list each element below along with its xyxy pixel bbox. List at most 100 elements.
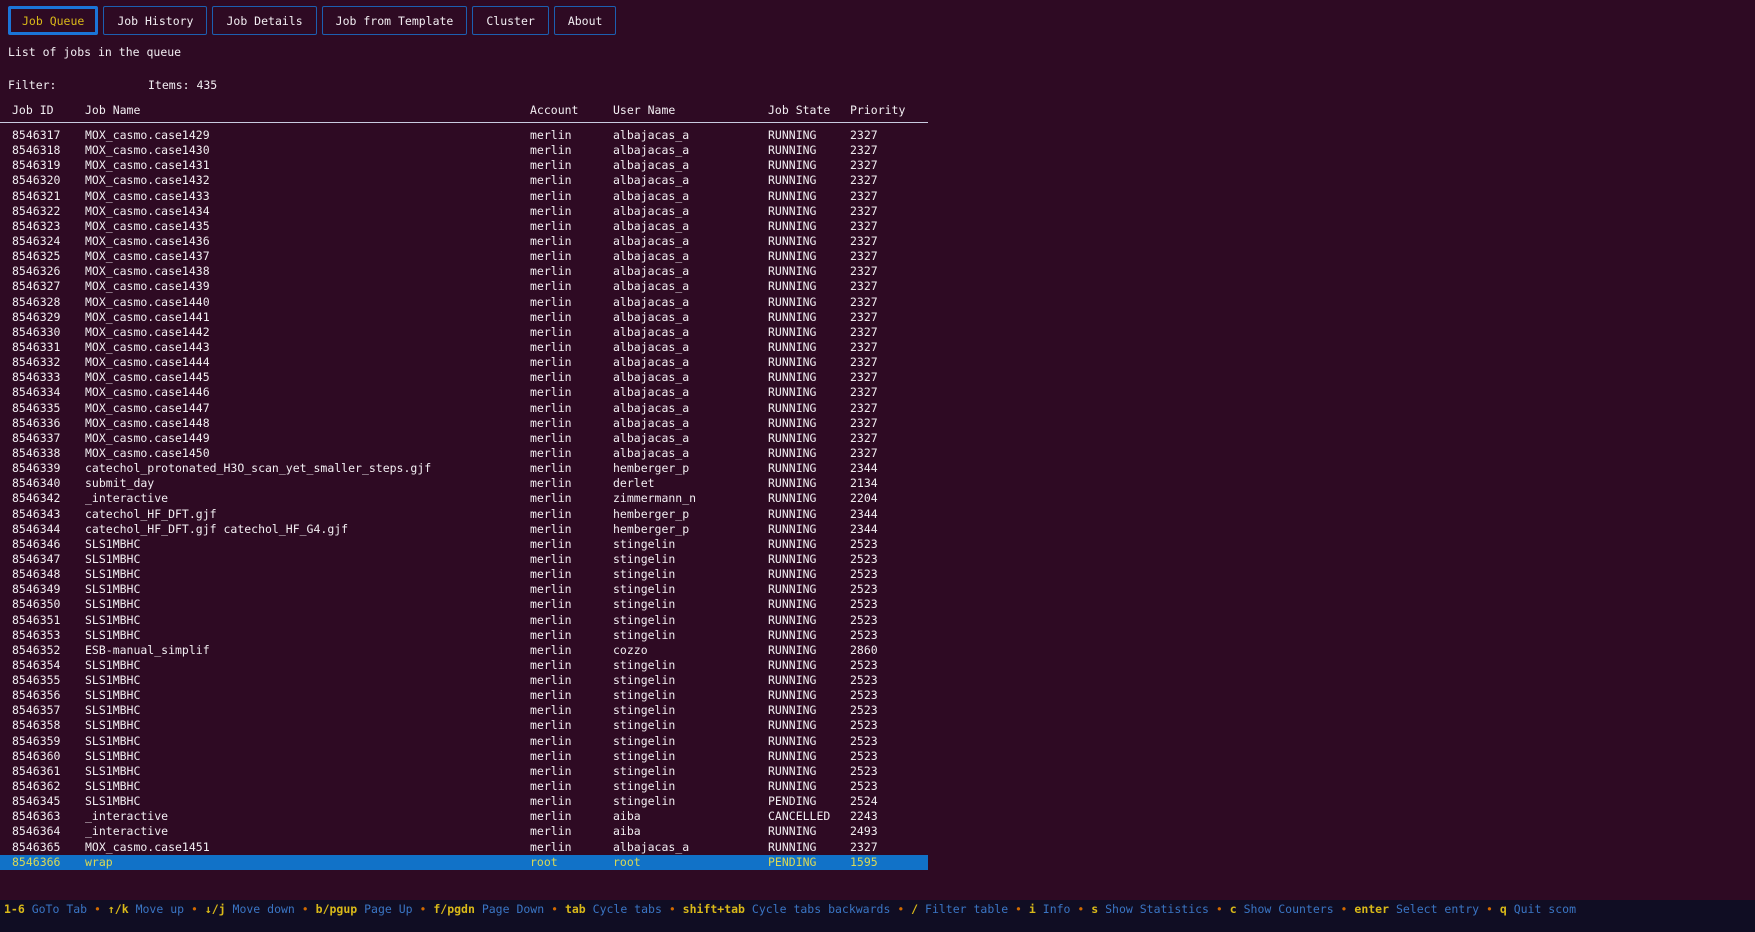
cell-job-id: 8546337 bbox=[12, 431, 60, 446]
table-row[interactable]: 8546359SLS1MBHCmerlinstingelinRUNNING252… bbox=[0, 734, 928, 749]
cell-user-name: root bbox=[613, 855, 641, 870]
cell-user-name: stingelin bbox=[613, 764, 675, 779]
cell-job-name: MOX_casmo.case1431 bbox=[85, 158, 210, 173]
table-row[interactable]: 8546342_interactivemerlinzimmermann_nRUN… bbox=[0, 491, 928, 506]
table-row[interactable]: 8546321MOX_casmo.case1433merlinalbajacas… bbox=[0, 189, 928, 204]
cell-user-name: stingelin bbox=[613, 703, 675, 718]
cell-user-name: albajacas_a bbox=[613, 173, 689, 188]
cell-account: merlin bbox=[530, 189, 572, 204]
tab-about[interactable]: About bbox=[554, 6, 617, 35]
table-row[interactable]: 8546337MOX_casmo.case1449merlinalbajacas… bbox=[0, 431, 928, 446]
table-row[interactable]: 8546351SLS1MBHCmerlinstingelinRUNNING252… bbox=[0, 613, 928, 628]
cell-account: merlin bbox=[530, 582, 572, 597]
cell-priority: 2327 bbox=[850, 234, 878, 249]
table-row[interactable]: 8546322MOX_casmo.case1434merlinalbajacas… bbox=[0, 204, 928, 219]
table-row[interactable]: 8546357SLS1MBHCmerlinstingelinRUNNING252… bbox=[0, 703, 928, 718]
table-row[interactable]: 8546354SLS1MBHCmerlinstingelinRUNNING252… bbox=[0, 658, 928, 673]
cell-job-id: 8546343 bbox=[12, 507, 60, 522]
table-row[interactable]: 8546344catechol_HF_DFT.gjf catechol_HF_G… bbox=[0, 522, 928, 537]
cell-job-state: RUNNING bbox=[768, 628, 816, 643]
table-row[interactable]: 8546323MOX_casmo.case1435merlinalbajacas… bbox=[0, 219, 928, 234]
cell-user-name: derlet bbox=[613, 476, 655, 491]
table-row[interactable]: 8546364_interactivemerlinaibaRUNNING2493 bbox=[0, 824, 928, 839]
cell-priority: 2523 bbox=[850, 749, 878, 764]
table-row[interactable]: 8546365MOX_casmo.case1451merlinalbajacas… bbox=[0, 840, 928, 855]
cell-priority: 1595 bbox=[850, 855, 878, 870]
table-row[interactable]: 8546329MOX_casmo.case1441merlinalbajacas… bbox=[0, 310, 928, 325]
table-row[interactable]: 8546350SLS1MBHCmerlinstingelinRUNNING252… bbox=[0, 597, 928, 612]
tab-job-details[interactable]: Job Details bbox=[212, 6, 316, 35]
cell-job-state: RUNNING bbox=[768, 491, 816, 506]
table-row[interactable]: 8546334MOX_casmo.case1446merlinalbajacas… bbox=[0, 385, 928, 400]
shortcut-key: b/pgup bbox=[316, 902, 358, 916]
table-row[interactable]: 8546355SLS1MBHCmerlinstingelinRUNNING252… bbox=[0, 673, 928, 688]
table-row[interactable]: 8546319MOX_casmo.case1431merlinalbajacas… bbox=[0, 158, 928, 173]
cell-job-id: 8546320 bbox=[12, 173, 60, 188]
cell-account: merlin bbox=[530, 673, 572, 688]
table-row[interactable]: 8546318MOX_casmo.case1430merlinalbajacas… bbox=[0, 143, 928, 158]
cell-job-state: RUNNING bbox=[768, 128, 816, 143]
cell-user-name: stingelin bbox=[613, 779, 675, 794]
table-row[interactable]: 8546320MOX_casmo.case1432merlinalbajacas… bbox=[0, 173, 928, 188]
cell-priority: 2344 bbox=[850, 461, 878, 476]
table-row[interactable]: 8546326MOX_casmo.case1438merlinalbajacas… bbox=[0, 264, 928, 279]
table-row[interactable]: 8546366wraprootrootPENDING1595 bbox=[0, 855, 928, 870]
table-row[interactable]: 8546348SLS1MBHCmerlinstingelinRUNNING252… bbox=[0, 567, 928, 582]
cell-priority: 2327 bbox=[850, 264, 878, 279]
table-row[interactable]: 8546336MOX_casmo.case1448merlinalbajacas… bbox=[0, 416, 928, 431]
tab-job-queue[interactable]: Job Queue bbox=[8, 6, 98, 35]
table-row[interactable]: 8546327MOX_casmo.case1439merlinalbajacas… bbox=[0, 279, 928, 294]
table-row[interactable]: 8546338MOX_casmo.case1450merlinalbajacas… bbox=[0, 446, 928, 461]
table-row[interactable]: 8546362SLS1MBHCmerlinstingelinRUNNING252… bbox=[0, 779, 928, 794]
table-row[interactable]: 8546339catechol_protonated_H3O_scan_yet_… bbox=[0, 461, 928, 476]
cell-job-name: MOX_casmo.case1442 bbox=[85, 325, 210, 340]
tab-job-history[interactable]: Job History bbox=[103, 6, 207, 35]
cell-job-name: catechol_protonated_H3O_scan_yet_smaller… bbox=[85, 461, 431, 476]
cell-job-name: MOX_casmo.case1444 bbox=[85, 355, 210, 370]
table-row[interactable]: 8546363_interactivemerlinaibaCANCELLED22… bbox=[0, 809, 928, 824]
table-row[interactable]: 8546330MOX_casmo.case1442merlinalbajacas… bbox=[0, 325, 928, 340]
cell-user-name: albajacas_a bbox=[613, 416, 689, 431]
table-row[interactable]: 8546335MOX_casmo.case1447merlinalbajacas… bbox=[0, 401, 928, 416]
cell-job-id: 8546340 bbox=[12, 476, 60, 491]
cell-user-name: stingelin bbox=[613, 537, 675, 552]
table-row[interactable]: 8546324MOX_casmo.case1436merlinalbajacas… bbox=[0, 234, 928, 249]
table-row[interactable]: 8546332MOX_casmo.case1444merlinalbajacas… bbox=[0, 355, 928, 370]
table-row[interactable]: 8546360SLS1MBHCmerlinstingelinRUNNING252… bbox=[0, 749, 928, 764]
table-row[interactable]: 8546333MOX_casmo.case1445merlinalbajacas… bbox=[0, 370, 928, 385]
table-row[interactable]: 8546346SLS1MBHCmerlinstingelinRUNNING252… bbox=[0, 537, 928, 552]
cell-priority: 2204 bbox=[850, 491, 878, 506]
table-row[interactable]: 8546343catechol_HF_DFT.gjfmerlinhemberge… bbox=[0, 507, 928, 522]
tab-cluster[interactable]: Cluster bbox=[472, 6, 548, 35]
cell-job-name: MOX_casmo.case1436 bbox=[85, 234, 210, 249]
cell-priority: 2327 bbox=[850, 355, 878, 370]
table-row[interactable]: 8546331MOX_casmo.case1443merlinalbajacas… bbox=[0, 340, 928, 355]
tab-job-from-template[interactable]: Job from Template bbox=[322, 6, 468, 35]
table-row[interactable]: 8546352ESB-manual_simplifmerlincozzoRUNN… bbox=[0, 643, 928, 658]
table-row[interactable]: 8546353SLS1MBHCmerlinstingelinRUNNING252… bbox=[0, 628, 928, 643]
cell-account: merlin bbox=[530, 688, 572, 703]
table-row[interactable]: 8546345SLS1MBHCmerlinstingelinPENDING252… bbox=[0, 794, 928, 809]
cell-account: merlin bbox=[530, 522, 572, 537]
table-row[interactable]: 8546349SLS1MBHCmerlinstingelinRUNNING252… bbox=[0, 582, 928, 597]
cell-job-state: RUNNING bbox=[768, 764, 816, 779]
cell-job-name: MOX_casmo.case1438 bbox=[85, 264, 210, 279]
cell-user-name: albajacas_a bbox=[613, 355, 689, 370]
table-row[interactable]: 8546358SLS1MBHCmerlinstingelinRUNNING252… bbox=[0, 718, 928, 733]
table-row[interactable]: 8546356SLS1MBHCmerlinstingelinRUNNING252… bbox=[0, 688, 928, 703]
table-row[interactable]: 8546328MOX_casmo.case1440merlinalbajacas… bbox=[0, 295, 928, 310]
table-row[interactable]: 8546340submit_daymerlinderletRUNNING2134 bbox=[0, 476, 928, 491]
cell-user-name: stingelin bbox=[613, 552, 675, 567]
table-row[interactable]: 8546347SLS1MBHCmerlinstingelinRUNNING252… bbox=[0, 552, 928, 567]
cell-job-name: MOX_casmo.case1449 bbox=[85, 431, 210, 446]
table-row[interactable]: 8546325MOX_casmo.case1437merlinalbajacas… bbox=[0, 249, 928, 264]
table-row[interactable]: 8546361SLS1MBHCmerlinstingelinRUNNING252… bbox=[0, 764, 928, 779]
separator-bullet: • bbox=[413, 902, 434, 916]
cell-priority: 2327 bbox=[850, 840, 878, 855]
cell-job-name: SLS1MBHC bbox=[85, 613, 140, 628]
cell-job-id: 8546328 bbox=[12, 295, 60, 310]
cell-job-name: SLS1MBHC bbox=[85, 628, 140, 643]
cell-job-id: 8546345 bbox=[12, 794, 60, 809]
column-header-job-id: Job ID bbox=[12, 103, 54, 117]
table-row[interactable]: 8546317MOX_casmo.case1429merlinalbajacas… bbox=[0, 128, 928, 143]
